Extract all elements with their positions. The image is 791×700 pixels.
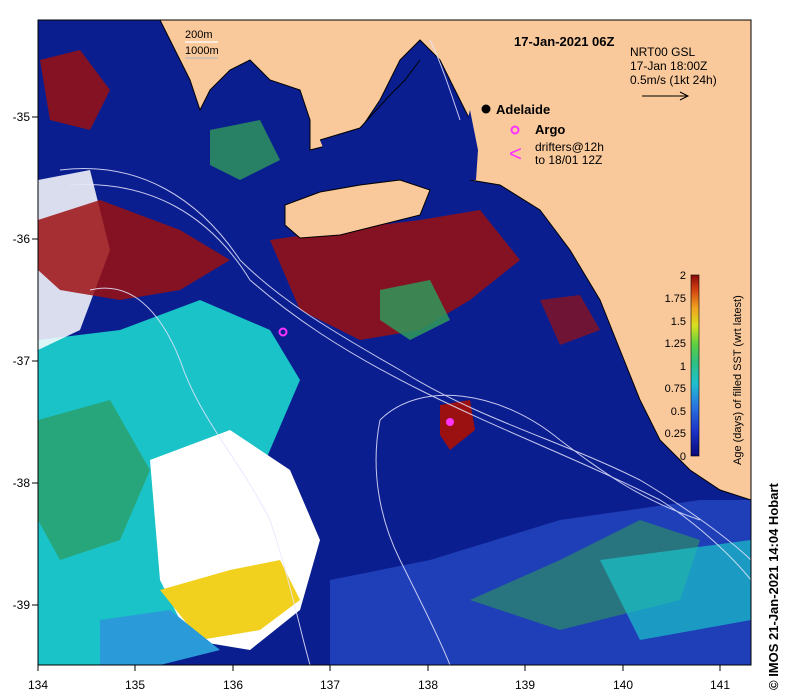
colorbar-tick-label: 0.75	[665, 383, 686, 395]
x-tick-label: 136	[223, 678, 243, 692]
argo-label: Argo	[535, 122, 565, 137]
colorbar-title: Age (days) of filled SST (wrt latest)	[732, 295, 744, 465]
y-tick-label: -38	[13, 476, 31, 490]
credit-text: © IMOS 21-Jan-2021 14:04 Hobart	[766, 483, 781, 690]
drifters-label-2: to 18/01 12Z	[535, 153, 602, 167]
adelaide-label: Adelaide	[496, 102, 550, 117]
drifter-icon: <	[509, 141, 522, 166]
colorbar-tick-label: 1.5	[671, 316, 686, 328]
x-tick-label: 141	[710, 678, 730, 692]
x-tick-label: 135	[125, 678, 145, 692]
colorbar-tick-label: 2	[680, 270, 686, 282]
drifters-label-1: drifters@12h	[535, 140, 604, 154]
argo-float-icon	[446, 418, 454, 426]
x-axis: 134 135 136 137 138 139 140 141	[28, 664, 751, 692]
x-tick-label: 138	[418, 678, 438, 692]
y-tick-label: -36	[13, 232, 31, 246]
y-tick-label: -39	[13, 598, 31, 612]
adelaide-marker-icon	[481, 104, 491, 114]
colorbar-tick-label: 1.75	[665, 293, 686, 305]
product-line-1: NRT00 GSL	[630, 45, 695, 59]
colorbar-tick-label: 1.25	[665, 338, 686, 350]
sst-age-map: 200m 1000m 17-Jan-2021 06Z NRT00 GSL 17-…	[13, 19, 752, 692]
colorbar-tick-label: 0.5	[671, 406, 686, 418]
map-title: 17-Jan-2021 06Z	[514, 34, 615, 49]
colorbar-tick-label: 0	[680, 451, 686, 463]
product-line-3: 0.5m/s (1kt 24h)	[630, 73, 717, 87]
x-tick-label: 134	[28, 678, 48, 692]
y-axis: -35 -36 -37 -38 -39	[13, 110, 38, 612]
x-tick-label: 139	[515, 678, 535, 692]
x-tick-label: 140	[613, 678, 633, 692]
product-line-2: 17-Jan 18:00Z	[630, 59, 707, 73]
x-tick-label: 137	[320, 678, 340, 692]
isobath-1000m-label: 1000m	[185, 45, 219, 57]
colorbar-gradient	[690, 274, 700, 457]
colorbar-tick-label: 0.25	[665, 428, 686, 440]
y-tick-label: -37	[13, 354, 31, 368]
y-tick-label: -35	[13, 110, 31, 124]
colorbar-tick-label: 1	[680, 361, 686, 373]
isobath-200m-label: 200m	[185, 29, 213, 41]
